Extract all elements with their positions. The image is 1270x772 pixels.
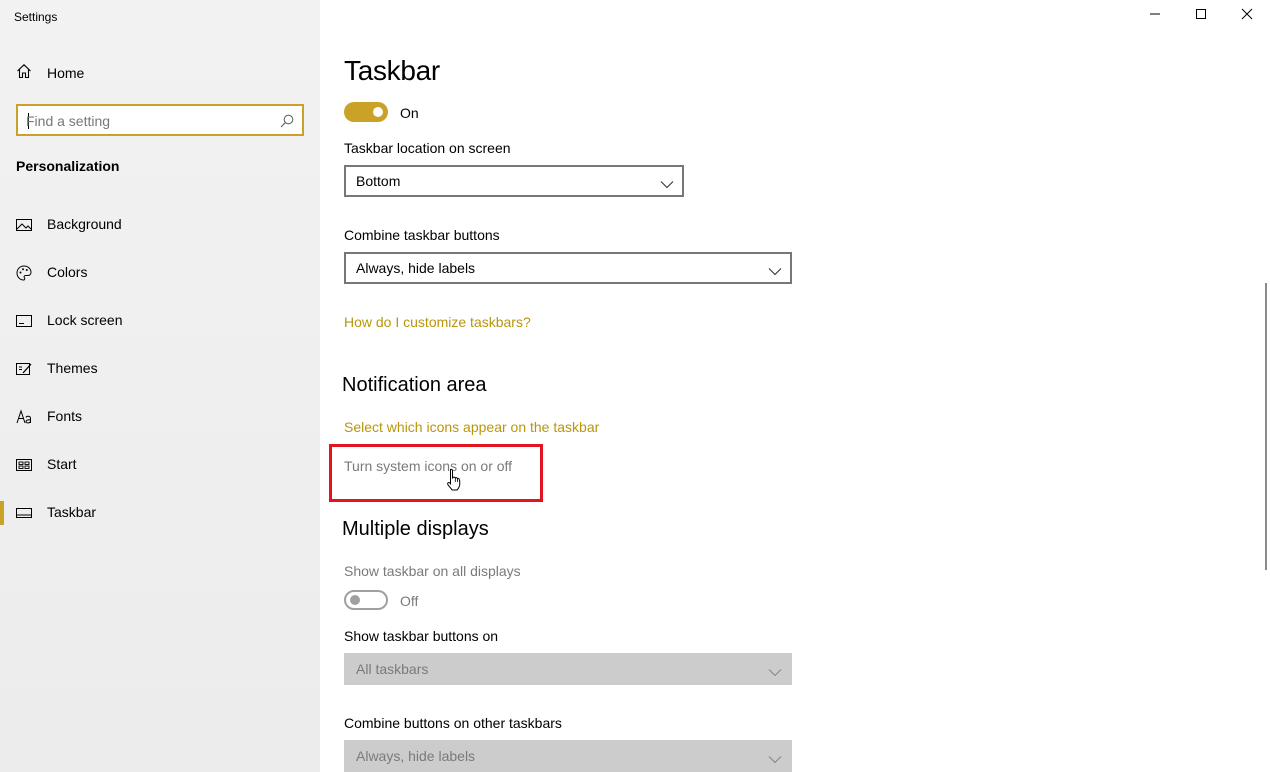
page-title: Taskbar <box>344 55 440 86</box>
home-label: Home <box>47 65 85 81</box>
sidebar-item-fonts[interactable]: Fonts <box>0 397 320 437</box>
sidebar-item-label: Themes <box>47 360 98 376</box>
taskbar-toggle-state: On <box>400 105 419 121</box>
select-icons-link[interactable]: Select which icons appear on the taskbar <box>344 419 599 435</box>
notification-area-heading: Notification area <box>342 374 487 396</box>
highlight-box <box>329 444 543 502</box>
chevron-down-icon <box>768 664 782 682</box>
multiple-displays-heading: Multiple displays <box>342 518 489 540</box>
main-content: Taskbar On Taskbar location on screen Bo… <box>320 0 1270 772</box>
search-input[interactable] <box>26 111 276 131</box>
combine-label: Combine taskbar buttons <box>344 227 500 243</box>
home-icon <box>16 63 32 84</box>
combine-other-dropdown[interactable]: Always, hide labels <box>344 740 792 772</box>
search-icon[interactable] <box>280 114 294 133</box>
picture-icon <box>16 217 32 233</box>
fonts-icon <box>16 409 32 425</box>
location-value: Bottom <box>356 173 401 189</box>
sidebar: Settings Home Personalization Background… <box>0 0 320 772</box>
sidebar-item-label: Start <box>47 456 77 472</box>
sidebar-item-label: Taskbar <box>47 504 97 520</box>
customize-taskbars-link[interactable]: How do I customize taskbars? <box>344 314 531 330</box>
taskbar-toggle[interactable] <box>344 102 388 122</box>
sidebar-item-lock-screen[interactable]: Lock screen <box>0 301 320 341</box>
sidebar-item-taskbar[interactable]: Taskbar <box>0 493 320 533</box>
show-all-displays-state: Off <box>400 593 419 609</box>
combine-value: Always, hide labels <box>356 260 476 276</box>
combine-dropdown[interactable]: Always, hide labels <box>344 252 792 284</box>
sidebar-item-start[interactable]: Start <box>0 445 320 485</box>
buttons-on-dropdown[interactable]: All taskbars <box>344 653 792 685</box>
scrollbar[interactable] <box>1265 283 1267 570</box>
taskbar-icon <box>16 505 32 521</box>
sidebar-item-themes[interactable]: Themes <box>0 349 320 389</box>
search-box[interactable] <box>16 104 304 136</box>
section-title: Personalization <box>16 158 120 174</box>
sidebar-item-background[interactable]: Background <box>0 205 320 245</box>
chevron-down-icon <box>768 263 782 281</box>
sidebar-item-label: Background <box>47 216 122 232</box>
chevron-down-icon <box>660 176 674 194</box>
show-all-displays-toggle[interactable] <box>344 590 388 610</box>
combine-other-value: Always, hide labels <box>356 748 476 764</box>
buttons-on-value: All taskbars <box>356 661 429 677</box>
buttons-on-label: Show taskbar buttons on <box>344 628 499 644</box>
location-dropdown[interactable]: Bottom <box>344 165 684 197</box>
lock-screen-icon <box>16 313 32 329</box>
app-title: Settings <box>14 10 58 24</box>
toggle-knob <box>350 595 360 605</box>
palette-icon <box>16 265 32 281</box>
chevron-down-icon <box>768 751 782 769</box>
hand-cursor-icon <box>446 468 462 497</box>
combine-other-label: Combine buttons on other taskbars <box>344 715 562 731</box>
themes-icon <box>16 361 32 377</box>
home-nav-item[interactable]: Home <box>16 62 84 84</box>
start-icon <box>16 457 32 473</box>
sidebar-item-colors[interactable]: Colors <box>0 253 320 293</box>
sidebar-item-label: Colors <box>47 264 88 280</box>
sidebar-item-label: Fonts <box>47 408 83 424</box>
show-all-displays-label: Show taskbar on all displays <box>344 563 521 579</box>
location-label: Taskbar location on screen <box>344 140 511 156</box>
sidebar-item-label: Lock screen <box>47 312 123 328</box>
toggle-knob <box>373 107 383 117</box>
